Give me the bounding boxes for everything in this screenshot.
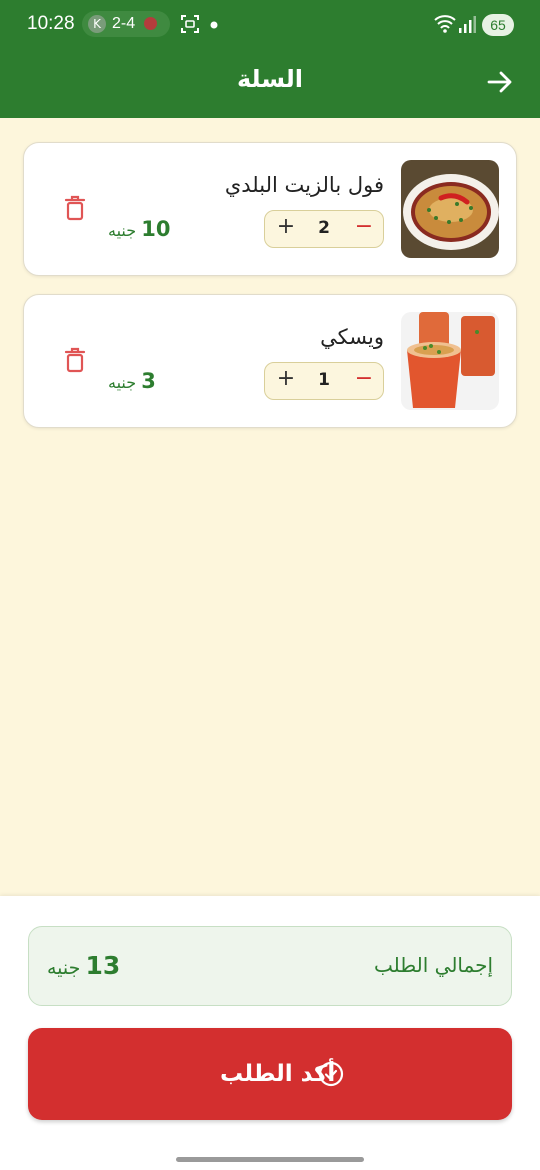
home-indicator[interactable] [176,1157,364,1162]
total-value: 13 [85,951,121,980]
order-total-box: إجمالي الطلب 13 جنيه [28,926,512,1006]
total-label: إجمالي الطلب [373,953,493,977]
cart-item: فول بالزيت البلدي + 2 − 10 جنيه [23,142,517,276]
team-logo-icon [144,17,157,30]
badge-letter: K [88,15,106,33]
item-image-foul [401,160,499,258]
wifi-icon [434,15,456,33]
item-price-value: 10 [141,217,171,241]
status-bar: 10:28 K 2-4 65 [0,0,540,50]
app-bar: السلة [0,50,540,118]
item-currency: جنيه [108,373,137,392]
order-summary-panel: إجمالي الطلب 13 جنيه أكد الطلب [0,896,540,1170]
decrease-button[interactable]: − [353,366,375,394]
arrow-right-icon[interactable] [484,66,516,98]
confirm-order-button[interactable]: أكد الطلب [28,1028,512,1120]
quantity-stepper: + 1 − [264,362,384,400]
item-quantity: 2 [318,218,330,238]
increase-button[interactable]: + [275,366,297,394]
total-price: 13 جنيه [47,951,120,980]
total-currency: جنيه [47,957,81,979]
screenshot-icon [181,15,199,33]
item-name: فول بالزيت البلدي [224,173,384,197]
dot-icon [210,21,218,29]
page-title: السلة [236,65,303,93]
decrease-button[interactable]: − [353,214,375,242]
notification-pill: K 2-4 [82,11,170,37]
signal-icon [459,16,476,33]
delete-icon[interactable] [64,195,86,221]
score-text: 2-4 [112,15,136,32]
item-price-value: 3 [141,369,156,393]
battery-icon: 65 [482,14,514,36]
item-name: ويسكي [320,325,384,349]
delete-icon[interactable] [64,347,86,373]
status-time: 10:28 [27,13,75,34]
item-price: 3 جنيه [108,369,156,393]
check-circle-icon [318,1061,344,1087]
quantity-stepper: + 2 − [264,210,384,248]
item-currency: جنيه [108,221,137,240]
item-quantity: 1 [318,370,330,390]
item-image-drink [401,312,499,410]
cart-item: ويسكي + 1 − 3 جنيه [23,294,517,428]
item-price: 10 جنيه [108,217,170,241]
increase-button[interactable]: + [275,214,297,242]
